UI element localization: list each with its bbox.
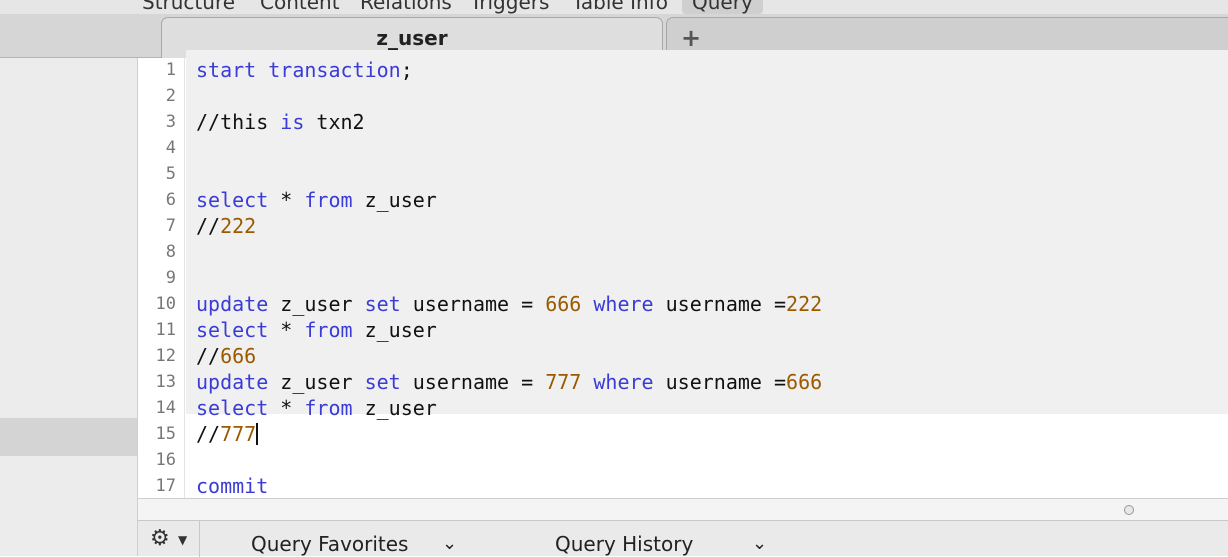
code-line[interactable]: select * from z_user xyxy=(196,317,437,343)
sql-text: username = xyxy=(653,292,787,316)
code-line[interactable]: commit xyxy=(196,473,268,499)
code-line[interactable]: select * from z_user xyxy=(196,187,437,213)
sql-text: z_user xyxy=(268,292,365,316)
sql-text: z_user xyxy=(352,318,437,342)
sql-number: 777 xyxy=(220,422,257,446)
line-number: 10 xyxy=(155,294,176,314)
line-number: 16 xyxy=(155,450,176,470)
code-line[interactable]: update z_user set username = 777 where u… xyxy=(196,369,822,395)
sql-text: username = xyxy=(400,370,546,394)
sidebar xyxy=(0,58,138,556)
sql-keyword: is xyxy=(280,110,305,134)
sql-keyword: where xyxy=(593,370,654,394)
line-number: 17 xyxy=(155,476,176,496)
sql-text: ; xyxy=(400,58,413,82)
scroll-knob[interactable] xyxy=(1124,505,1134,515)
sql-keyword: set xyxy=(364,370,401,394)
sql-text: txn2 xyxy=(304,110,365,134)
line-number: 8 xyxy=(165,242,176,262)
line-number: 7 xyxy=(165,216,176,236)
line-number: 3 xyxy=(165,112,176,132)
sql-text: //this xyxy=(196,110,281,134)
line-number: 15 xyxy=(155,424,176,444)
sql-text: username = xyxy=(400,292,546,316)
sql-number: 666 xyxy=(220,344,257,368)
sql-number: 222 xyxy=(786,292,823,316)
gear-icon: ⚙ xyxy=(150,526,170,551)
selection-highlight xyxy=(270,50,1228,414)
sql-keyword: where xyxy=(593,292,654,316)
code-line[interactable]: //this is txn2 xyxy=(196,109,365,135)
line-number: 13 xyxy=(155,372,176,392)
sql-keyword: select xyxy=(196,396,269,420)
tab-query[interactable]: Query xyxy=(682,0,763,14)
sidebar-selected-row[interactable] xyxy=(0,418,137,456)
gear-menu-button[interactable]: ⚙ ▼ xyxy=(138,521,200,557)
line-number: 1 xyxy=(165,60,176,80)
sql-text: username = xyxy=(653,370,787,394)
sql-number: 222 xyxy=(220,214,257,238)
tab-relations[interactable]: Relations xyxy=(360,0,452,14)
sql-text: z_user xyxy=(352,396,437,420)
sql-keyword: update xyxy=(196,292,269,316)
top-segmented-tabs: Structure Content Relations Triggers Tab… xyxy=(0,0,1228,14)
sql-keyword: start transaction xyxy=(196,58,401,82)
query-history-button[interactable]: Query History xyxy=(555,531,693,557)
text-caret xyxy=(256,423,259,445)
line-number: 5 xyxy=(165,164,176,184)
sql-number: 777 xyxy=(545,370,582,394)
sql-keyword: from xyxy=(304,396,353,420)
line-number: 9 xyxy=(165,268,176,288)
line-number: 12 xyxy=(155,346,176,366)
code-line[interactable]: //666 xyxy=(196,343,256,369)
sql-text: * xyxy=(268,188,305,212)
chevron-down-icon[interactable]: ⌄ xyxy=(442,531,457,557)
sql-keyword: select xyxy=(196,318,269,342)
sql-number: 666 xyxy=(545,292,582,316)
line-number: 2 xyxy=(165,86,176,106)
code-line[interactable]: start transaction; xyxy=(196,57,413,83)
tab-triggers[interactable]: Triggers xyxy=(470,0,549,14)
editor-status-strip xyxy=(138,498,1228,520)
line-number: 11 xyxy=(155,320,176,340)
sql-text: // xyxy=(196,344,221,368)
sql-text: // xyxy=(196,214,221,238)
code-line[interactable]: //222 xyxy=(196,213,256,239)
line-number: 6 xyxy=(165,190,176,210)
plus-icon: + xyxy=(681,24,702,52)
sql-keyword: select xyxy=(196,188,269,212)
tab-table-info[interactable]: Table Info xyxy=(572,0,668,14)
bottom-toolbar: ⚙ ▼ Query Favorites ⌄ Query History ⌄ xyxy=(138,520,1228,557)
sql-text: z_user xyxy=(352,188,437,212)
sql-text: z_user xyxy=(268,370,365,394)
sql-number: 666 xyxy=(786,370,823,394)
tab-content[interactable]: Content xyxy=(260,0,340,14)
sql-keyword: update xyxy=(196,370,269,394)
sql-text: * xyxy=(268,318,305,342)
sql-keyword: commit xyxy=(196,474,269,498)
code-line[interactable]: update z_user set username = 666 where u… xyxy=(196,291,822,317)
code-line[interactable]: //777 xyxy=(196,421,259,447)
line-number: 4 xyxy=(165,138,176,158)
query-favorites-button[interactable]: Query Favorites xyxy=(251,531,408,557)
code-line[interactable]: select * from z_user xyxy=(196,395,437,421)
sql-keyword: from xyxy=(304,318,353,342)
sql-keyword: from xyxy=(304,188,353,212)
sql-text: // xyxy=(196,422,221,446)
line-number: 14 xyxy=(155,398,176,418)
tab-structure[interactable]: Structure xyxy=(142,0,235,14)
sql-text: * xyxy=(268,396,305,420)
chevron-down-icon[interactable]: ⌄ xyxy=(752,531,767,557)
sql-keyword: set xyxy=(364,292,401,316)
caret-down-icon: ▼ xyxy=(178,533,188,547)
